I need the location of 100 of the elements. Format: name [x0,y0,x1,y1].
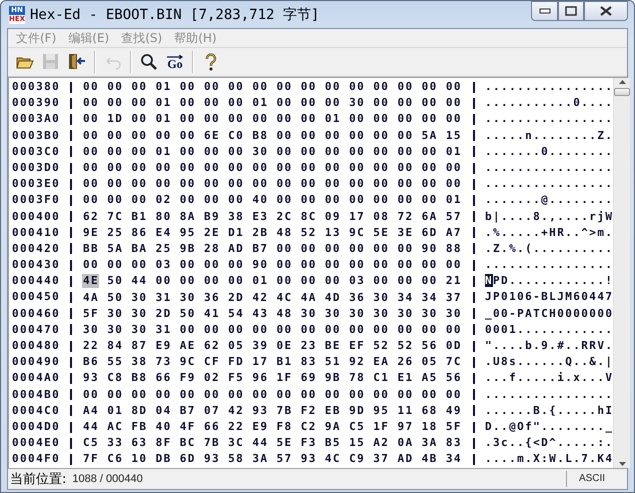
byte-value[interactable]: 90 [420,242,438,256]
byte-value[interactable]: 51 [324,355,341,370]
byte-value[interactable]: 80 [154,210,172,224]
byte-value[interactable]: 01 [154,112,172,126]
byte-value[interactable]: F9 [178,371,196,386]
byte-value[interactable]: 00 [300,258,317,272]
byte-value[interactable]: 1F [372,420,390,434]
byte-value[interactable]: 73 [154,355,172,370]
byte-value[interactable]: 1F [276,371,293,386]
byte-value[interactable]: C9 [348,452,366,466]
byte-value[interactable]: 00 [348,144,366,159]
byte-value[interactable]: F8 [276,420,293,434]
byte-value[interactable]: 38 [227,210,244,224]
byte-value[interactable]: 00 [130,112,148,126]
byte-value[interactable]: 00 [420,144,438,159]
byte-value[interactable]: 01 [154,80,172,94]
byte-value[interactable]: 00 [276,161,293,176]
byte-value[interactable]: 2D [154,306,172,321]
byte-value[interactable]: 00 [348,128,366,143]
byte-value[interactable]: 36 [202,290,220,305]
byte-value[interactable]: BC [178,436,196,450]
byte-value[interactable]: 00 [130,258,148,272]
byte-value[interactable]: 48 [276,306,293,321]
byte-value[interactable]: 6D [178,452,196,466]
byte-value[interactable]: 00 [178,128,196,143]
byte-value[interactable]: 40 [154,420,172,434]
byte-value[interactable]: 00 [420,193,438,208]
byte-value[interactable]: 00 [178,388,196,402]
byte-value[interactable]: 00 [348,80,366,94]
byte-value[interactable]: FB [130,420,148,434]
byte-value[interactable]: 00 [444,322,462,337]
byte-value[interactable]: 00 [372,144,390,159]
byte-value[interactable]: C2 [300,420,317,434]
byte-value[interactable]: F5 [227,371,244,386]
byte-value[interactable]: B8 [130,371,148,386]
byte-value[interactable]: 52 [300,226,317,240]
byte-value[interactable]: 68 [420,404,438,418]
byte-value[interactable]: 00 [130,161,148,176]
byte-value[interactable]: 07 [202,404,220,418]
byte-value[interactable]: 9E [82,226,100,240]
byte-value[interactable]: 00 [202,193,220,208]
byte-value[interactable]: 87 [130,339,148,354]
byte-value[interactable]: 00 [324,274,341,288]
byte-value[interactable]: 93 [82,371,100,386]
byte-value[interactable]: 30 [130,322,148,337]
byte-value[interactable]: 00 [444,112,462,126]
byte-value[interactable]: 84 [106,339,124,354]
byte-value[interactable]: 63 [130,436,148,450]
go-to-button[interactable]: Go [163,50,187,74]
byte-value[interactable]: 00 [372,177,390,192]
byte-value[interactable]: A7 [444,226,462,240]
byte-value[interactable]: 00 [324,322,341,337]
byte-value[interactable]: 30 [348,96,366,110]
byte-value[interactable]: 4C [324,452,341,466]
byte-value[interactable]: 66 [154,371,172,386]
byte-value[interactable]: CF [202,355,220,370]
byte-value[interactable]: 28 [202,242,220,256]
byte-value[interactable]: 9A [324,420,341,434]
byte-value[interactable]: 5E [276,436,293,450]
byte-value[interactable]: 00 [348,177,366,192]
byte-value[interactable]: 00 [300,193,317,208]
byte-value[interactable]: 01 [154,144,172,159]
byte-value[interactable]: 00 [396,274,414,288]
byte-value[interactable]: 00 [324,388,341,402]
byte-value[interactable]: 00 [444,388,462,402]
byte-value[interactable]: 57 [276,452,293,466]
byte-value[interactable]: 48 [276,226,293,240]
byte-value[interactable]: 00 [396,322,414,337]
byte-value[interactable]: 3A [251,452,268,466]
byte-value[interactable]: 58 [227,452,244,466]
byte-value[interactable]: 86 [130,226,148,240]
byte-value[interactable]: 00 [420,177,438,192]
byte-value[interactable]: 00 [348,388,366,402]
byte-value[interactable]: 00 [154,161,172,176]
byte-value[interactable]: 30 [420,306,438,321]
byte-value[interactable]: 21 [444,274,462,288]
byte-value[interactable]: 00 [396,128,414,143]
byte-value[interactable]: 05 [227,339,244,354]
byte-value[interactable]: 00 [396,161,414,176]
byte-value[interactable]: 8D [130,404,148,418]
byte-value[interactable]: 00 [178,322,196,337]
byte-value[interactable]: 33 [106,436,124,450]
byte-value[interactable]: 8C [300,210,317,224]
byte-value[interactable]: 15 [444,128,462,143]
vertical-scrollbar[interactable] [613,78,630,468]
byte-value[interactable]: 00 [251,388,268,402]
byte-value[interactable]: 00 [227,322,244,337]
byte-value[interactable]: 56 [420,339,438,354]
byte-value[interactable]: 00 [227,112,244,126]
byte-value[interactable]: 17 [348,210,366,224]
byte-value[interactable]: 00 [227,80,244,94]
byte-value[interactable]: 00 [324,144,341,159]
byte-value[interactable]: 01 [444,193,462,208]
byte-value[interactable]: 00 [300,161,317,176]
byte-value[interactable]: C5 [348,420,366,434]
byte-value[interactable]: 00 [300,128,317,143]
byte-value[interactable]: 00 [154,274,172,288]
byte-value[interactable]: 4F [178,420,196,434]
byte-value[interactable]: 57 [444,210,462,224]
byte-value[interactable]: 01 [324,112,341,126]
